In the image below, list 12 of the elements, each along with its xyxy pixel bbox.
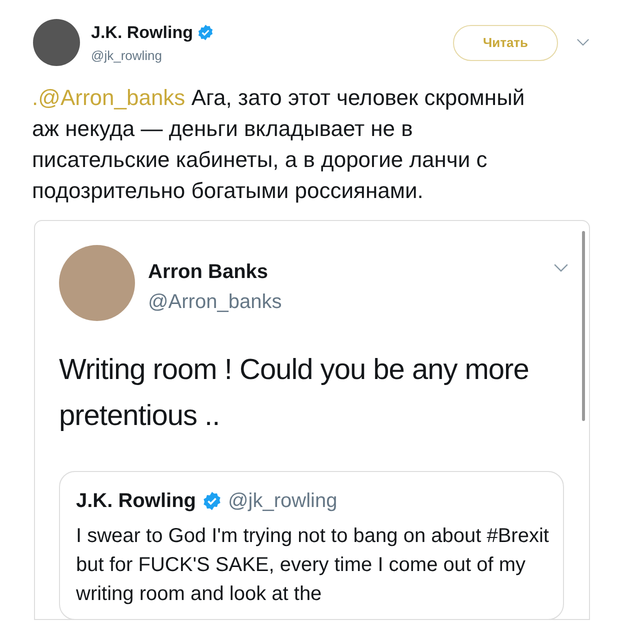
tweet-text: .@Arron_banks Ага, зато этот человек скромный аж некуда — деньги вкладывает не в писательские кабинеты, а в дорогие ланчи с подозрительно богатыми россиянами. xyxy=(31,84,526,205)
chevron-down-icon[interactable] xyxy=(576,38,590,47)
author-handle: @jk_rowling xyxy=(228,489,338,514)
chevron-down-icon[interactable] xyxy=(553,263,569,273)
author-name: Arron Banks xyxy=(148,260,270,285)
author-name[interactable]: J.K. Rowling xyxy=(91,20,193,46)
author-name: J.K. Rowling xyxy=(76,489,196,514)
tweet-text: Writing room ! Could you be any more pretentious .. xyxy=(59,353,530,434)
avatar[interactable] xyxy=(33,19,80,66)
author-handle[interactable]: @jk_rowling xyxy=(91,46,214,65)
quoted-text: I swear to God I'm trying not to bang on about #Brexit but for FUCK'S SAKE, every time I come out of my writing room and look at the xyxy=(76,524,550,607)
author-handle: @Arron_banks xyxy=(148,290,282,315)
